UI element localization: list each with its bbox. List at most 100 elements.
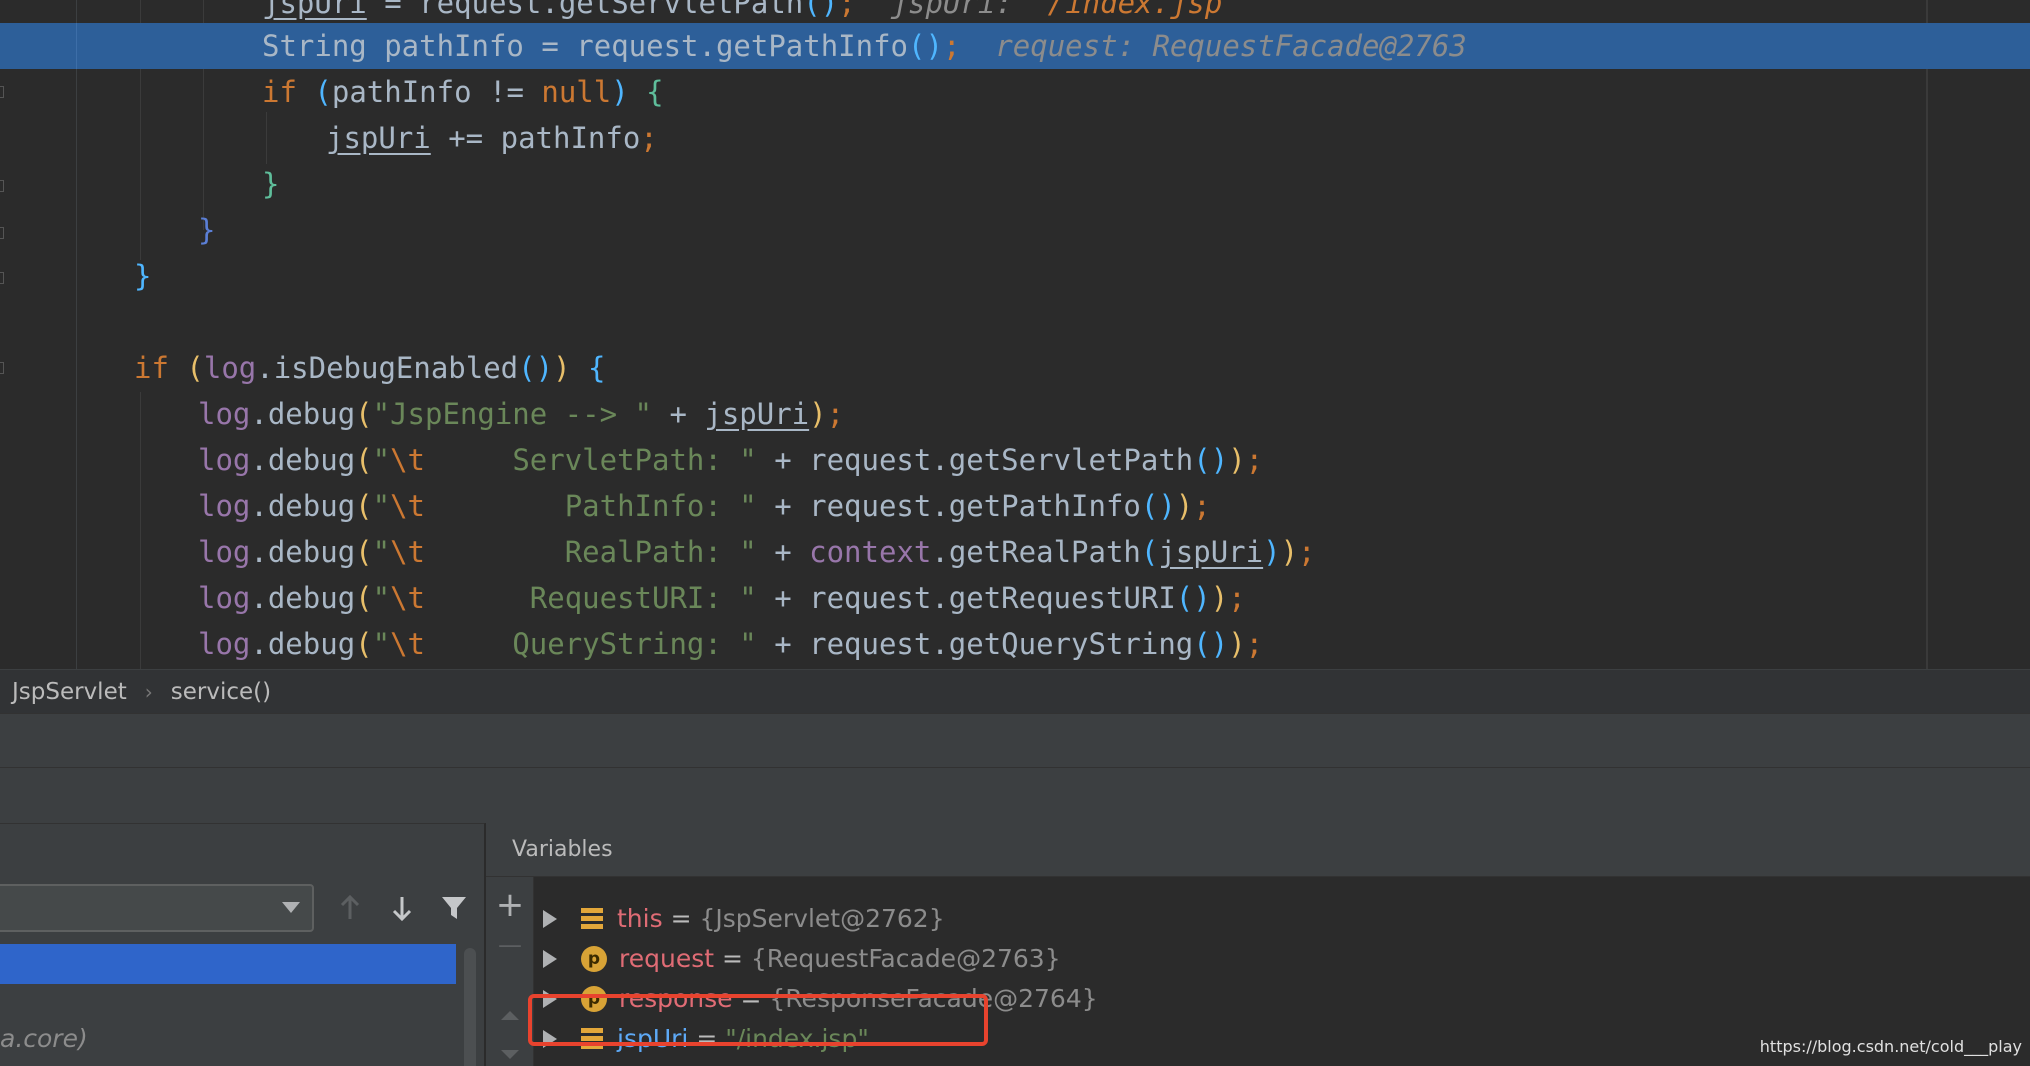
debug-toolbar [0,713,2030,767]
variable-value: {RequestFacade@2763} [750,944,1061,973]
code-text: log.debug("\t ServletPath: " + request.g… [198,437,1263,483]
code-token: + [651,397,705,431]
code-token: .debug [250,535,356,569]
chevron-right-icon: › [144,679,153,704]
code-token: + request.getQueryString [756,627,1194,661]
code-token: ) [1210,627,1229,661]
code-line[interactable]: log.debug("\t PathInfo: " + request.getP… [0,483,2030,529]
move-up-button[interactable] [492,997,528,1033]
code-line-current[interactable]: String pathInfo = request.getPathInfo();… [0,23,2030,69]
code-line[interactable]: if (pathInfo != null) { [0,69,2030,115]
code-line[interactable]: } [0,207,2030,253]
code-text: } [134,253,151,299]
expand-triangle-icon[interactable] [543,950,557,968]
code-token: ( [1140,489,1159,523]
code-token: " [372,581,391,615]
code-line[interactable]: log.debug("JspEngine --> " + jspUri); [0,391,2030,437]
code-token: \t [390,489,426,523]
code-line[interactable]: } [0,253,2030,299]
frame-down-button[interactable] [386,892,418,924]
code-token: jspUri [262,0,367,20]
code-token: log [198,489,251,523]
code-token: ; [1228,581,1246,615]
breadcrumb-method[interactable]: service() [171,679,271,705]
code-token: " [372,535,391,569]
code-token: ( [314,75,332,109]
frame-item-selected[interactable] [0,944,456,984]
code-token: ) [1210,443,1229,477]
code-text: String pathInfo = request.getPathInfo();… [262,23,1467,69]
remove-watch-button[interactable]: — [492,927,528,963]
code-token: + request.getPathInfo [756,489,1141,523]
code-token: RealPath: " [425,535,757,569]
expand-triangle-icon[interactable] [543,910,557,928]
code-line[interactable]: if (log.isDebugEnabled()) { [0,345,2030,391]
move-down-button[interactable] [492,1037,528,1066]
code-text: } [198,207,215,253]
breadcrumb: JspServlet › service() [0,669,2030,713]
code-token: QueryString: " [425,627,757,661]
triangle-down-icon [501,1050,519,1059]
code-text: jspUri += pathInfo; [326,115,658,161]
add-watch-button[interactable]: + [492,885,528,925]
plus-icon: + [495,885,525,925]
frames-panel: a.core) [0,823,485,1066]
variable-row-request[interactable]: p request = {RequestFacade@2763} [535,939,1061,979]
code-line[interactable] [0,299,2030,345]
code-token: ( [355,443,373,477]
code-token: jspUri [704,397,810,431]
frame-item[interactable]: a.core) [0,1024,88,1053]
code-text: log.debug("\t QueryString: " + request.g… [198,621,1263,667]
code-token: ) [1158,489,1176,523]
code-token: if [134,351,169,385]
code-token: log [198,443,251,477]
code-text: log.debug("\t RequestURI: " + request.ge… [198,575,1246,621]
variables-side-toolbar: + — [486,877,534,1066]
frame-filter-button[interactable] [438,892,470,924]
code-token: ( [1193,443,1211,477]
param-icon: p [581,946,607,972]
frames-scrollbar[interactable] [464,948,476,1066]
code-line[interactable]: jspUri += pathInfo; [0,115,2030,161]
arrow-up-icon [340,895,360,919]
code-editor[interactable]: jspUri = request.getServletPath(); jspUr… [0,0,2030,669]
arrow-down-icon [392,897,412,921]
code-token: ) [1210,581,1229,615]
code-text: if (pathInfo != null) { [262,69,664,115]
code-line[interactable]: log.debug("\t RequestURI: " + request.ge… [0,575,2030,621]
code-token: context [809,535,932,569]
frame-up-button[interactable] [334,892,366,924]
code-token: ) [553,351,571,385]
code-token: jspUri [326,121,431,155]
code-token: ; [1298,535,1316,569]
code-token: jspUri [1158,535,1264,569]
code-line[interactable]: log.debug("\t QueryString: " + request.g… [0,621,2030,667]
code-line[interactable]: log.debug("\t RealPath: " + context.getR… [0,529,2030,575]
code-token: " [372,443,391,477]
variable-equals: = [662,904,700,933]
code-token: + request.getServletPath [756,443,1194,477]
code-line[interactable]: } [0,161,2030,207]
code-line[interactable]: log.debug("\t ServletPath: " + request.g… [0,437,2030,483]
annotation-highlight-box [528,994,988,1046]
code-token: ( [908,29,926,63]
variable-name: request [619,944,715,973]
code-token: String pathInfo = request.getPathInfo [262,29,909,63]
thread-select[interactable] [0,884,314,932]
code-token: ) [820,0,839,20]
code-token: ) [1175,489,1194,523]
code-token: ( [355,581,373,615]
code-token: { [588,351,606,385]
code-token: ; [1245,443,1264,477]
code-token: "JspEngine --> " [372,397,652,431]
variable-row-this[interactable]: this = {JspServlet@2762} [535,899,945,939]
variable-equals: = [714,944,751,973]
filter-icon [442,897,466,919]
code-token: PathInfo: " [425,489,757,523]
code-token: log [203,351,257,385]
code-token: \t [390,627,426,661]
breadcrumb-class[interactable]: JspServlet [12,679,127,705]
code-token: ) [611,75,629,109]
code-token: ; [1193,489,1211,523]
